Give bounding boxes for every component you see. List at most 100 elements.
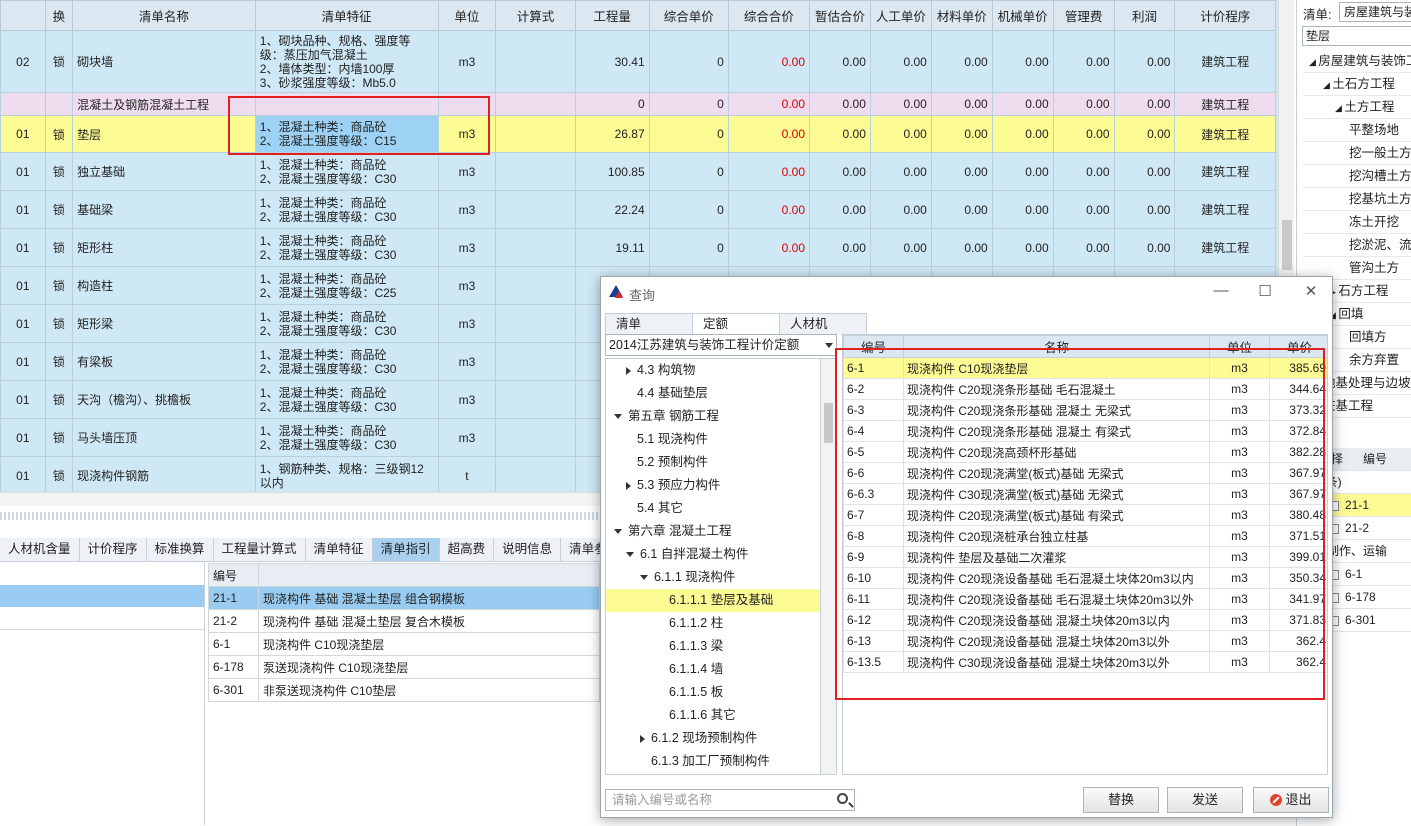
- chapter-node[interactable]: 6.1.3 加工厂预制构件: [606, 750, 820, 773]
- cell-zhdj[interactable]: 0: [648, 228, 729, 267]
- cell-unit[interactable]: m3: [437, 418, 497, 457]
- cell-qty[interactable]: 100.85: [574, 152, 650, 191]
- cell-prog[interactable]: 建筑工程: [1174, 115, 1276, 153]
- chapter-node[interactable]: 6.1.1.5 板: [606, 681, 820, 704]
- expanded-icon[interactable]: [614, 529, 622, 535]
- cell-code[interactable]: 01: [0, 266, 46, 305]
- chapter-node[interactable]: 6.1.1 现浇构件: [606, 566, 820, 589]
- minimize-icon[interactable]: —: [1211, 282, 1231, 299]
- cell-prog[interactable]: 建筑工程: [1174, 30, 1276, 93]
- cell-feat[interactable]: 1、砌块品种、规格、强度等级：蒸压加气混凝土 2、墙体类型：内墙100厚 3、砂…: [254, 30, 439, 93]
- cell-qty[interactable]: 0: [574, 92, 650, 116]
- guide-left-row-selected[interactable]: [0, 585, 204, 607]
- cell-name[interactable]: 砌块墙: [72, 30, 256, 93]
- cell-lr[interactable]: 0.00: [1113, 152, 1176, 191]
- cell-unit[interactable]: m3: [437, 266, 497, 305]
- main-horizontal-scrollbar[interactable]: [0, 492, 600, 506]
- cell-code[interactable]: 01: [0, 228, 46, 267]
- guide-row[interactable]: 6-178 泵送现浇构件 C10现浇垫层: [208, 655, 600, 679]
- chapter-node[interactable]: 5.2 预制构件: [606, 451, 820, 474]
- cell-jx[interactable]: 0.00: [991, 228, 1054, 267]
- dialog-tab[interactable]: 定额: [692, 313, 780, 335]
- quota-library-select[interactable]: 2014江苏建筑与装饰工程计价定额: [605, 334, 837, 356]
- table-row[interactable]: 02 锁砌块墙 1、砌块品种、规格、强度等级：蒸压加气混凝土 2、墙体类型：内墙10…: [0, 30, 1276, 93]
- collapsed-icon[interactable]: [626, 481, 631, 490]
- cell-feat[interactable]: 1、混凝土种类：商品砼 2、混凝土强度等级：C30: [254, 190, 439, 229]
- maximize-icon[interactable]: ☐: [1255, 282, 1275, 300]
- cell-prog[interactable]: 建筑工程: [1174, 152, 1276, 191]
- cell-formula[interactable]: [495, 228, 576, 267]
- cell-formula[interactable]: [495, 304, 576, 343]
- tab-bottom[interactable]: 标准换算: [147, 538, 214, 561]
- cell-zg[interactable]: 0.00: [809, 30, 871, 93]
- cell-lock[interactable]: 锁: [44, 30, 74, 93]
- chapter-node[interactable]: 4.4 基础垫层: [606, 382, 820, 405]
- pane-splitter[interactable]: [0, 512, 600, 520]
- cell-code[interactable]: 01: [0, 342, 46, 381]
- send-button[interactable]: 发送: [1167, 787, 1243, 813]
- cell-zhdj[interactable]: 0: [648, 190, 729, 229]
- tab-bottom[interactable]: 说明信息: [494, 538, 562, 561]
- expanded-icon[interactable]: ◢: [1309, 57, 1318, 67]
- cell-qty[interactable]: 30.41: [574, 30, 650, 93]
- tab-bottom[interactable]: 人材机含量: [0, 538, 80, 561]
- cell-name[interactable]: 天沟（檐沟）、挑檐板: [72, 380, 256, 419]
- cell-gl[interactable]: 0.00: [1052, 30, 1115, 93]
- cell-lock[interactable]: 锁: [44, 342, 74, 381]
- search-icon[interactable]: [837, 793, 848, 804]
- tree-node[interactable]: 平整场地: [1303, 119, 1411, 142]
- cell-name[interactable]: 有梁板: [72, 342, 256, 381]
- cell-code[interactable]: 01: [0, 418, 46, 457]
- exit-button[interactable]: 退出: [1253, 787, 1329, 813]
- cell-lock[interactable]: 锁: [44, 456, 74, 492]
- cell-formula[interactable]: [495, 380, 576, 419]
- bill-library-select[interactable]: 房屋建筑与装饰工程: [1339, 2, 1411, 22]
- close-icon[interactable]: ✕: [1301, 282, 1321, 300]
- chapter-node[interactable]: 6.1.1.2 柱: [606, 612, 820, 635]
- cell-code[interactable]: 01: [0, 380, 46, 419]
- dialog-titlebar[interactable]: 查询 — ☐ ✕: [601, 277, 1332, 309]
- cell-unit[interactable]: m3: [437, 228, 497, 267]
- cell-feat[interactable]: 1、混凝土种类：商品砼 2、混凝土强度等级：C30: [254, 380, 439, 419]
- collapsed-icon[interactable]: [626, 366, 631, 375]
- cell-code[interactable]: [0, 92, 46, 116]
- cell-zhhj[interactable]: 0.00: [727, 228, 811, 267]
- cell-code[interactable]: 01: [0, 152, 46, 191]
- cell-rg[interactable]: 0.00: [869, 190, 932, 229]
- cell-formula[interactable]: [495, 152, 576, 191]
- cell-jx[interactable]: 0.00: [991, 115, 1054, 153]
- table-row[interactable]: 01 锁垫层 1、混凝土种类：商品砼 2、混凝土强度等级：C15 m3 26.87 0 0.…: [0, 115, 1276, 153]
- cell-formula[interactable]: [495, 266, 576, 305]
- cell-name[interactable]: 基础梁: [72, 190, 256, 229]
- cell-prog[interactable]: 建筑工程: [1174, 190, 1276, 229]
- tab-bottom[interactable]: 工程量计算式: [214, 538, 306, 561]
- cell-unit[interactable]: m3: [437, 304, 497, 343]
- tab-bottom[interactable]: 计价程序: [80, 538, 147, 561]
- chapter-node[interactable]: 5.3 预应力构件: [606, 474, 820, 497]
- dialog-tab[interactable]: 人材机: [779, 313, 867, 335]
- expanded-icon[interactable]: [640, 575, 648, 581]
- tree-node[interactable]: 挖基坑土方: [1303, 188, 1411, 211]
- cell-formula[interactable]: [495, 418, 576, 457]
- cell-lr[interactable]: 0.00: [1113, 30, 1176, 93]
- chapter-node[interactable]: 5.4 其它: [606, 497, 820, 520]
- chapter-node[interactable]: 5.1 现浇构件: [606, 428, 820, 451]
- cell-feat[interactable]: 1、混凝土种类：商品砼 2、混凝土强度等级：C25: [254, 266, 439, 305]
- guide-left-row[interactable]: [0, 607, 204, 630]
- cell-gl[interactable]: 0.00: [1052, 115, 1115, 153]
- replace-button[interactable]: 替换: [1083, 787, 1159, 813]
- cell-cl[interactable]: 0.00: [930, 115, 993, 153]
- cell-feat[interactable]: 1、钢筋种类、规格：三级钢12以内: [254, 456, 439, 492]
- cell-zg[interactable]: 0.00: [809, 92, 871, 116]
- cell-name[interactable]: 构造柱: [72, 266, 256, 305]
- chapter-node[interactable]: 6.1.1.3 梁: [606, 635, 820, 658]
- cell-gl[interactable]: 0.00: [1052, 92, 1115, 116]
- dialog-tab[interactable]: 清单: [605, 313, 693, 335]
- cell-lock[interactable]: [44, 92, 74, 116]
- guide-row[interactable]: 21-2 现浇构件 基础 混凝土垫层 复合木模板: [208, 609, 600, 633]
- cell-code[interactable]: 01: [0, 456, 46, 492]
- cell-zg[interactable]: 0.00: [809, 228, 871, 267]
- tree-node[interactable]: 挖沟槽土方: [1303, 165, 1411, 188]
- cell-lr[interactable]: 0.00: [1113, 228, 1176, 267]
- chapter-node[interactable]: 6.1 自拌混凝土构件: [606, 543, 820, 566]
